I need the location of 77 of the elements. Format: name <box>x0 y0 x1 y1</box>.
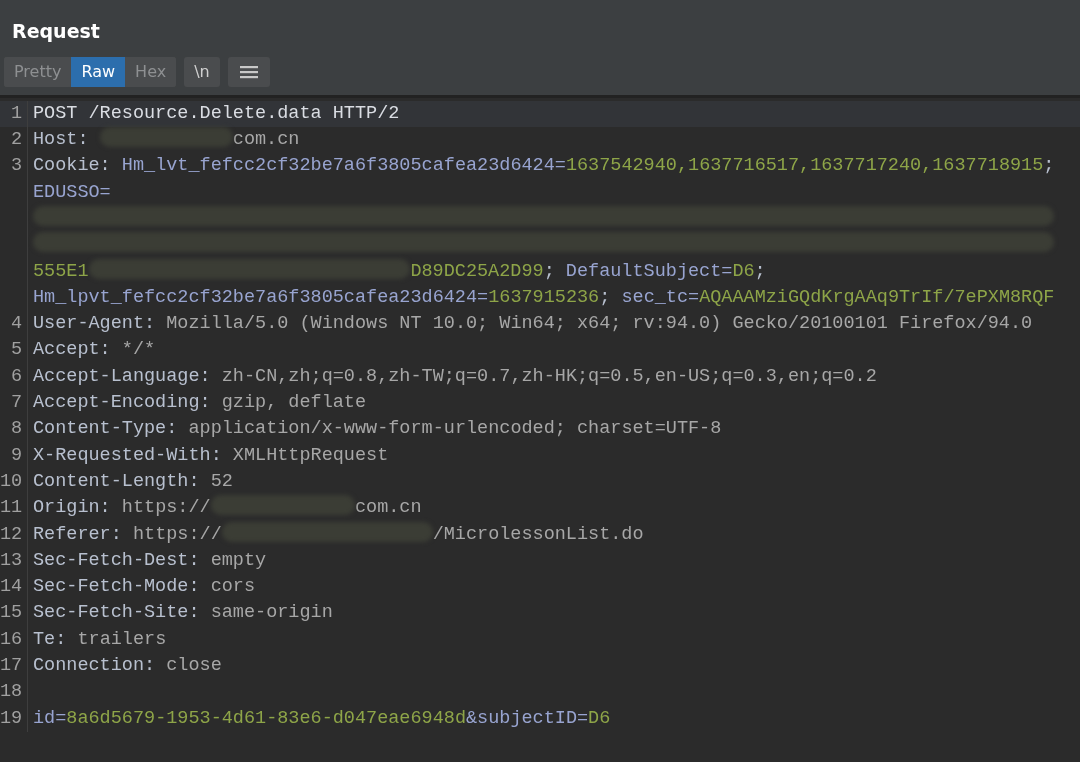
code-text: Connection: <box>33 655 157 677</box>
code-text: X-Requested-With: <box>33 444 223 466</box>
code-text: D6 <box>588 707 611 729</box>
code-text: Content-Length: <box>33 470 201 492</box>
code-text: ; <box>599 286 612 308</box>
code-text: same-origin <box>210 602 333 624</box>
line-number: 16 <box>0 628 23 650</box>
code-text: sec_tc= <box>621 286 700 308</box>
code-text: com.cn <box>354 497 422 519</box>
code-text: id= <box>33 707 67 729</box>
newline-toggle-button[interactable]: \n <box>184 56 220 87</box>
code-text: zh-CN,zh;q=0.8,zh-TW;q=0.7,zh-HK;q=0.5,en-US;q=0.3,en;q=0.2 <box>221 365 877 387</box>
view-tab[interactable]: Raw <box>71 56 126 87</box>
line-number: 19 <box>0 707 23 729</box>
line-number: 13 <box>0 549 23 571</box>
code-text: XMLHttpRequest <box>232 444 389 466</box>
line-number: 5 <box>10 339 22 361</box>
line-number: 15 <box>0 602 23 624</box>
code-text: empty <box>210 549 267 571</box>
menu-icon <box>239 64 258 79</box>
code-text: 8a6d5679-1953-4d61-83e6-d047eae6948d <box>66 707 466 729</box>
code-text: 1637542940,1637716517,1637717240,1637718915 <box>565 155 1044 177</box>
code-text: Accept-Language: <box>33 365 212 387</box>
code-text: User-Agent: <box>33 313 157 335</box>
code-text: /MicrolessonList.do <box>432 523 644 545</box>
code-text: Cookie: <box>33 155 112 177</box>
code-text: Mozilla/5.0 (Windows NT 10.0; Win64; x64; rv:94.0) Gecko/20100101 Firefox/94.0 <box>166 313 1033 335</box>
code-text: Host: <box>33 129 90 151</box>
code-text: Sec-Fetch-Site: <box>33 602 201 624</box>
code-text: trailers <box>77 628 167 650</box>
line-number: 6 <box>10 365 22 387</box>
code-text: DefaultSubject= <box>565 260 733 282</box>
line-number: 9 <box>10 444 22 466</box>
code-text: https:// <box>121 497 211 519</box>
line-number: 18 <box>0 681 23 703</box>
line-number: 1 <box>10 102 22 124</box>
code-text: com.cn <box>232 129 300 151</box>
line-number: 17 <box>0 655 23 677</box>
code-text: D89DC25A2D99 <box>410 260 544 282</box>
code-text: Te: <box>33 628 68 650</box>
line-number: 10 <box>0 470 23 492</box>
code-text: Hm_lpvt_fefcc2cf32be7a6f3805cafea23d6424= <box>33 286 489 308</box>
code-text: ; <box>754 260 766 282</box>
code-text: Content-Type: <box>33 418 179 440</box>
code-text: EDUSSO= <box>33 181 111 203</box>
code-text: Hm_lvt_fefcc2cf32be7a6f3805cafea23d6424= <box>121 155 566 177</box>
code-text: Accept: <box>33 339 112 361</box>
code-text: cors <box>210 576 256 598</box>
code-text: POST /Resource.Delete.data HTTP/2 <box>33 102 400 124</box>
line-number: 12 <box>0 523 23 545</box>
code-text: Sec-Fetch-Mode: <box>33 576 201 598</box>
line-number: 3 <box>10 155 22 177</box>
code-text: */* <box>121 339 156 361</box>
line-number: 4 <box>10 313 22 335</box>
line-number: 2 <box>10 129 22 151</box>
code-text: https:// <box>132 523 222 545</box>
code-text: &subjectID= <box>466 707 589 729</box>
code-text: 1637915236 <box>488 286 600 308</box>
code-text: AQAAAMziGQdKrgAAq9TrIf/7ePXM8RQF <box>699 286 1055 308</box>
code-text: 52 <box>210 470 233 492</box>
code-text: gzip, deflate <box>221 392 367 414</box>
menu-button[interactable] <box>227 56 270 87</box>
line-number: 11 <box>0 497 23 519</box>
code-text: Origin: <box>33 497 112 519</box>
code-text: ; <box>543 260 556 282</box>
code-text: Referer: <box>33 523 123 545</box>
code-text: ; <box>1043 155 1055 177</box>
code-text: 555E1 <box>33 260 89 282</box>
code-text: application/x-www-form-urlencoded; charset=UTF-8 <box>188 418 722 440</box>
code-text: Sec-Fetch-Dest: <box>33 549 201 571</box>
line-number: 8 <box>10 418 22 440</box>
code-text: Accept-Encoding: <box>33 392 212 414</box>
panel-title: Request <box>12 20 101 43</box>
line-number: 14 <box>0 576 23 598</box>
code-text: D6 <box>732 260 755 282</box>
line-number: 7 <box>10 392 22 414</box>
code-text: close <box>166 655 222 677</box>
